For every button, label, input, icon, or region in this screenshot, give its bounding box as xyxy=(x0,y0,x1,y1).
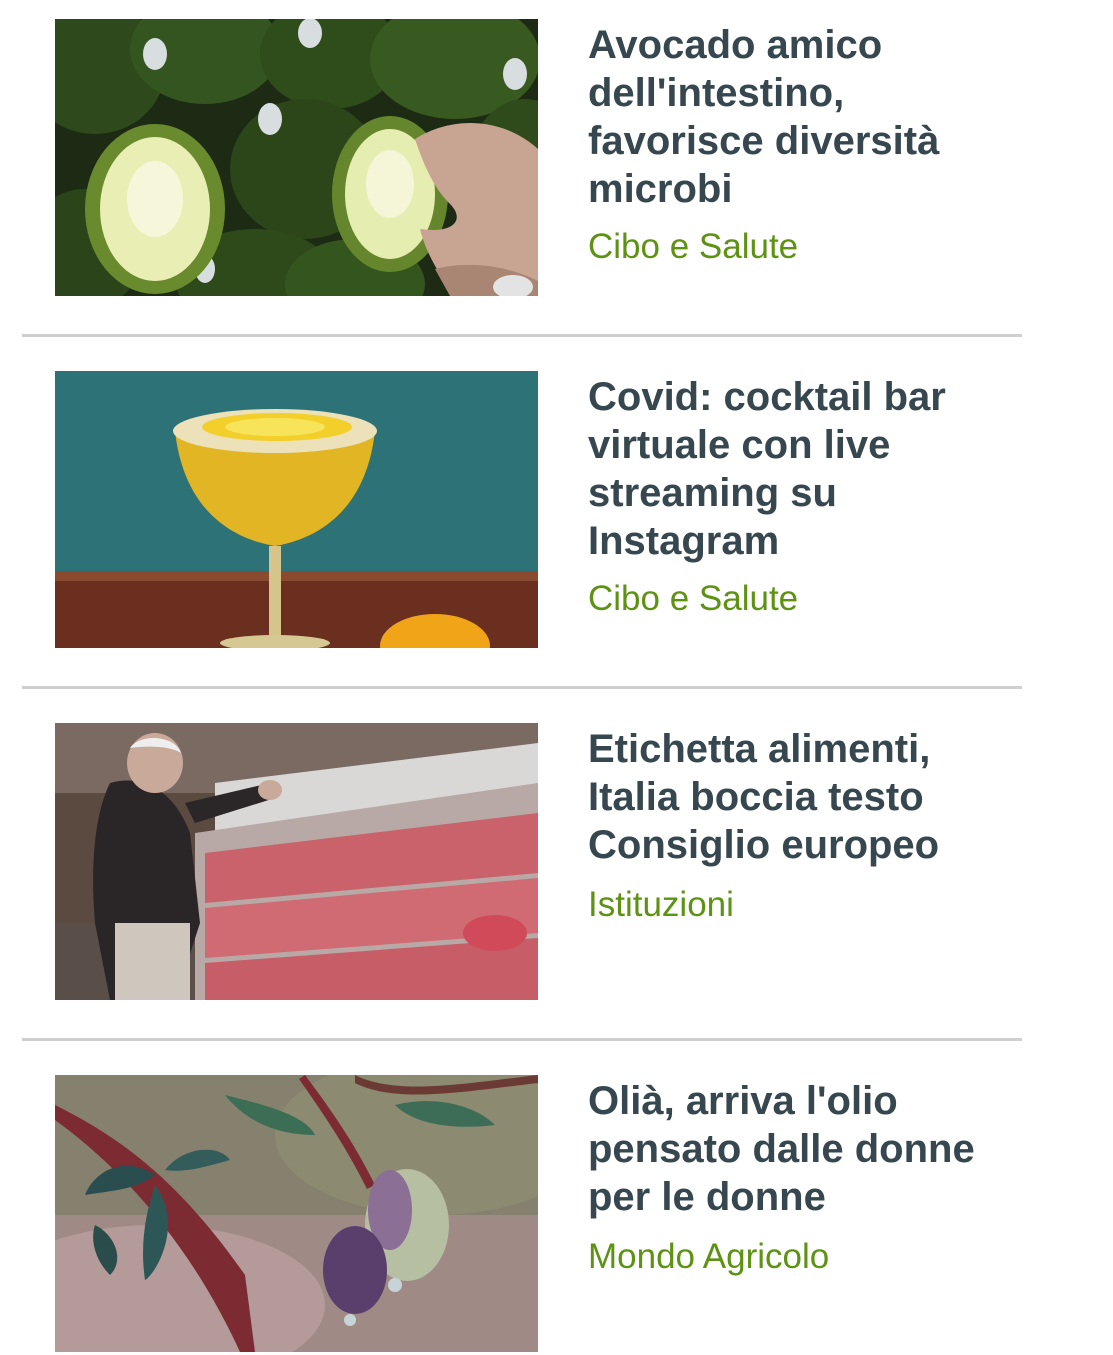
divider xyxy=(22,334,1022,337)
divider xyxy=(22,1038,1022,1041)
article-card[interactable]: Covid: cocktail bar virtuale con live st… xyxy=(0,371,1113,651)
article-title[interactable]: Covid: cocktail bar virtuale con live st… xyxy=(588,373,1008,565)
article-title[interactable]: Etichetta alimenti, Italia boccia testo … xyxy=(588,725,1008,869)
article-title[interactable]: Olià, arriva l'olio pensato dalle donne … xyxy=(588,1077,1008,1221)
divider xyxy=(22,686,1022,689)
article-thumbnail[interactable] xyxy=(55,1075,538,1352)
cocktail-photo xyxy=(55,371,538,648)
news-feed: Avocado amico dell'intestino, favorisce … xyxy=(0,0,1113,1353)
olive-branch-photo xyxy=(55,1075,538,1352)
article-card[interactable]: Avocado amico dell'intestino, favorisce … xyxy=(0,19,1113,299)
article-title[interactable]: Avocado amico dell'intestino, favorisce … xyxy=(588,21,1008,213)
article-thumbnail[interactable] xyxy=(55,19,538,296)
category-link[interactable]: Mondo Agricolo xyxy=(588,1237,1008,1277)
avocado-photo xyxy=(55,19,538,296)
article-card[interactable]: Etichetta alimenti, Italia boccia testo … xyxy=(0,723,1113,1003)
article-thumbnail[interactable] xyxy=(55,723,538,1000)
category-link[interactable]: Cibo e Salute xyxy=(588,579,1008,619)
article-thumbnail[interactable] xyxy=(55,371,538,648)
meat-counter-photo xyxy=(55,723,538,1000)
category-link[interactable]: Cibo e Salute xyxy=(588,227,1008,267)
article-card[interactable]: Olià, arriva l'olio pensato dalle donne … xyxy=(0,1075,1113,1355)
category-link[interactable]: Istituzioni xyxy=(588,885,1008,925)
